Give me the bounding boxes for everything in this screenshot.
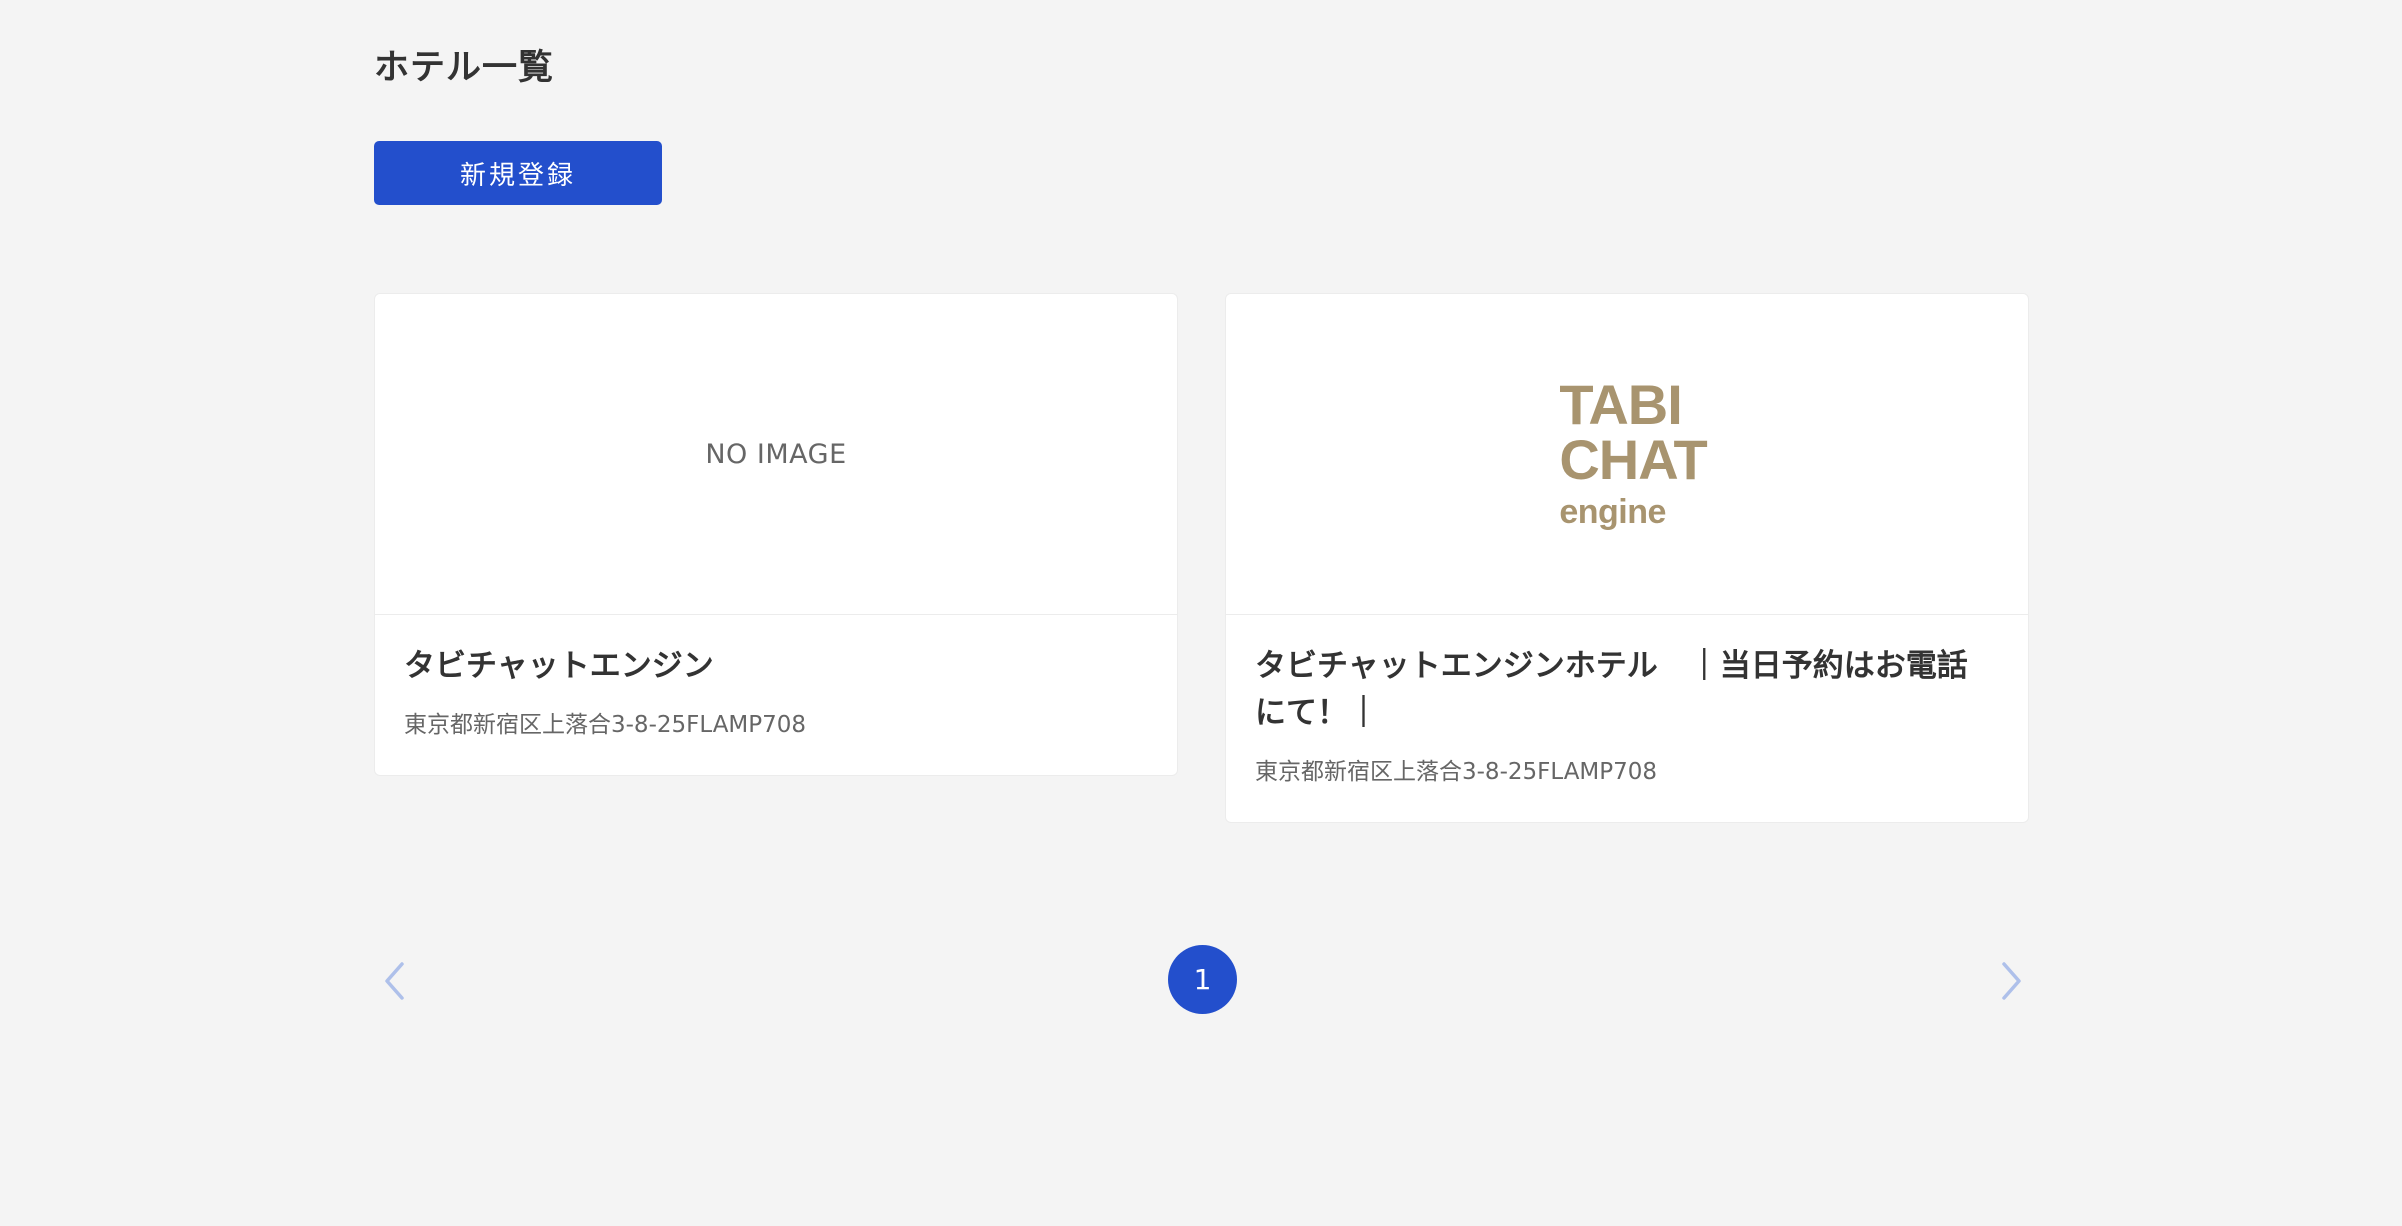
chevron-right-icon [2002, 962, 2021, 1000]
tabichat-engine-logo: TABI CHAT engine [1559, 373, 1707, 532]
no-image-label: NO IMAGE [705, 438, 847, 470]
pagination-next-button[interactable] [1991, 958, 2031, 1004]
hotel-image-placeholder: NO IMAGE [375, 294, 1177, 615]
pagination-page-1[interactable]: 1 [1168, 945, 1237, 1014]
hotel-card-body: タビチャットエンジン 東京都新宿区上落合3-8-25FLAMP708 [375, 615, 1177, 741]
new-registration-button[interactable]: 新規登録 [374, 141, 662, 205]
logo-text-line: CHAT [1559, 428, 1707, 492]
hotel-image: TABI CHAT engine [1226, 294, 2028, 615]
hotel-card[interactable]: NO IMAGE タビチャットエンジン 東京都新宿区上落合3-8-25FLAMP… [374, 293, 1178, 776]
hotel-address: 東京都新宿区上落合3-8-25FLAMP708 [1255, 759, 1658, 785]
hotel-card[interactable]: TABI CHAT engine タビチャットエンジンホテル ｜当日予約はお電話… [1225, 293, 2029, 823]
hotel-name: タビチャットエンジンホテル ｜当日予約はお電話にて！｜ [1255, 648, 1968, 731]
hotel-card-body: タビチャットエンジンホテル ｜当日予約はお電話にて！｜ 東京都新宿区上落合3-8… [1226, 615, 2028, 788]
logo-text-line: TABI [1559, 373, 1683, 437]
logo-text-line: engine [1559, 493, 1666, 532]
page-title: ホテル一覧 [374, 48, 555, 88]
hotel-name: タビチャットエンジン [404, 648, 714, 684]
chevron-left-icon [385, 962, 404, 1000]
pagination-prev-button[interactable] [375, 958, 415, 1004]
hotel-address: 東京都新宿区上落合3-8-25FLAMP708 [404, 712, 807, 738]
